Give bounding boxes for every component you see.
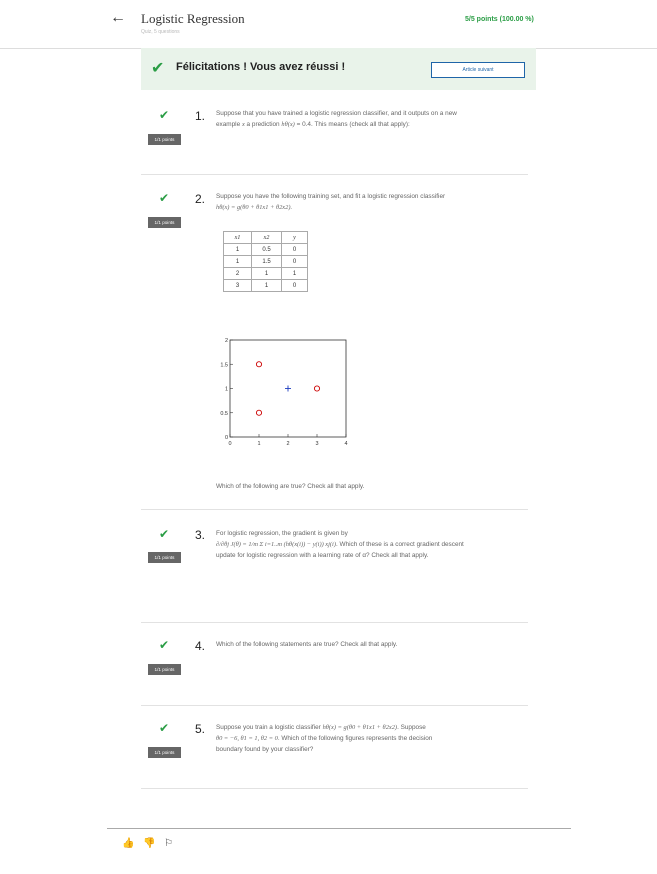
divider: [141, 788, 528, 789]
table-row: 1 1.5 0: [223, 255, 308, 268]
table-header: x2: [251, 231, 282, 244]
question-text: For logistic regression, the gradient is…: [216, 530, 464, 559]
back-arrow-icon[interactable]: ←: [110, 9, 126, 27]
x-tick-label: 4: [344, 441, 347, 447]
page-title: Logistic Regression: [141, 11, 245, 26]
table-header: x1: [223, 231, 252, 244]
table-row: 2 1 1: [223, 267, 308, 280]
training-set-table: x1 x2 y 1 0.5 0 1 1.5 0 2 1 1 3 1 0: [223, 231, 308, 292]
table-header: y: [281, 231, 308, 244]
score-text: 5/5 points (100.00 %): [465, 16, 534, 23]
negative-example-marker: [313, 385, 321, 392]
check-icon: ✔: [159, 191, 170, 205]
banner-text: Félicitations ! Vous avez réussi !: [176, 61, 346, 73]
question-number: 4.: [195, 639, 206, 653]
header: ← Logistic Regression Quiz, 5 questions …: [0, 0, 657, 49]
question-number: 1.: [195, 109, 206, 123]
question-prompt: Which of the following are true? Check a…: [216, 483, 365, 490]
points-badge: 1/1 points: [148, 747, 181, 758]
y-tick-label: 0: [225, 435, 228, 441]
check-icon: ✔: [151, 60, 165, 77]
negative-example-marker: [255, 409, 263, 416]
check-icon: ✔: [159, 527, 170, 541]
question-text: Suppose you train a logistic classifier …: [216, 724, 433, 753]
divider: [141, 509, 528, 510]
thumbs-up-icon[interactable]: 👍: [122, 838, 134, 849]
question-number: 2.: [195, 192, 206, 206]
question-text: Suppose that you have trained a logistic…: [216, 110, 457, 128]
check-icon: ✔: [159, 721, 170, 735]
divider: [141, 174, 528, 175]
check-icon: ✔: [159, 638, 170, 652]
points-badge: 1/1 points: [148, 664, 181, 675]
check-icon: ✔: [159, 108, 170, 122]
y-tick-label: 1: [225, 387, 228, 393]
x-tick-label: 3: [315, 441, 318, 447]
question-number: 5.: [195, 722, 206, 736]
training-set-scatter-plot: 0 1 2 3 4 0 0.5 1 1.5 2: [220, 338, 347, 447]
x-tick-label: 0: [228, 441, 231, 447]
question-number: 3.: [195, 528, 206, 542]
table-row: 1 0.5 0: [223, 243, 308, 256]
x-tick-label: 2: [286, 441, 289, 447]
thumbs-down-icon[interactable]: 👎: [143, 838, 155, 849]
page-subtitle: Quiz, 5 questions: [141, 29, 180, 35]
y-tick-label: 1.5: [220, 362, 228, 368]
question-text: Suppose you have the following training …: [216, 193, 446, 211]
positive-example-marker: [285, 385, 291, 392]
x-tick-label: 1: [257, 441, 260, 447]
divider: [141, 705, 528, 706]
points-badge: 1/1 points: [148, 134, 181, 145]
next-item-button[interactable]: Article suivant: [431, 62, 525, 78]
divider: [141, 622, 528, 623]
table-row: 3 1 0: [223, 279, 308, 292]
question-text: Which of the following statements are tr…: [216, 641, 398, 648]
negative-example-marker: [255, 361, 263, 368]
points-badge: 1/1 points: [148, 552, 181, 563]
y-tick-label: 2: [225, 338, 228, 344]
footer-divider: [107, 828, 571, 829]
points-badge: 1/1 points: [148, 217, 181, 228]
y-tick-label: 0.5: [220, 411, 228, 417]
flag-icon[interactable]: ⚐: [164, 838, 173, 849]
